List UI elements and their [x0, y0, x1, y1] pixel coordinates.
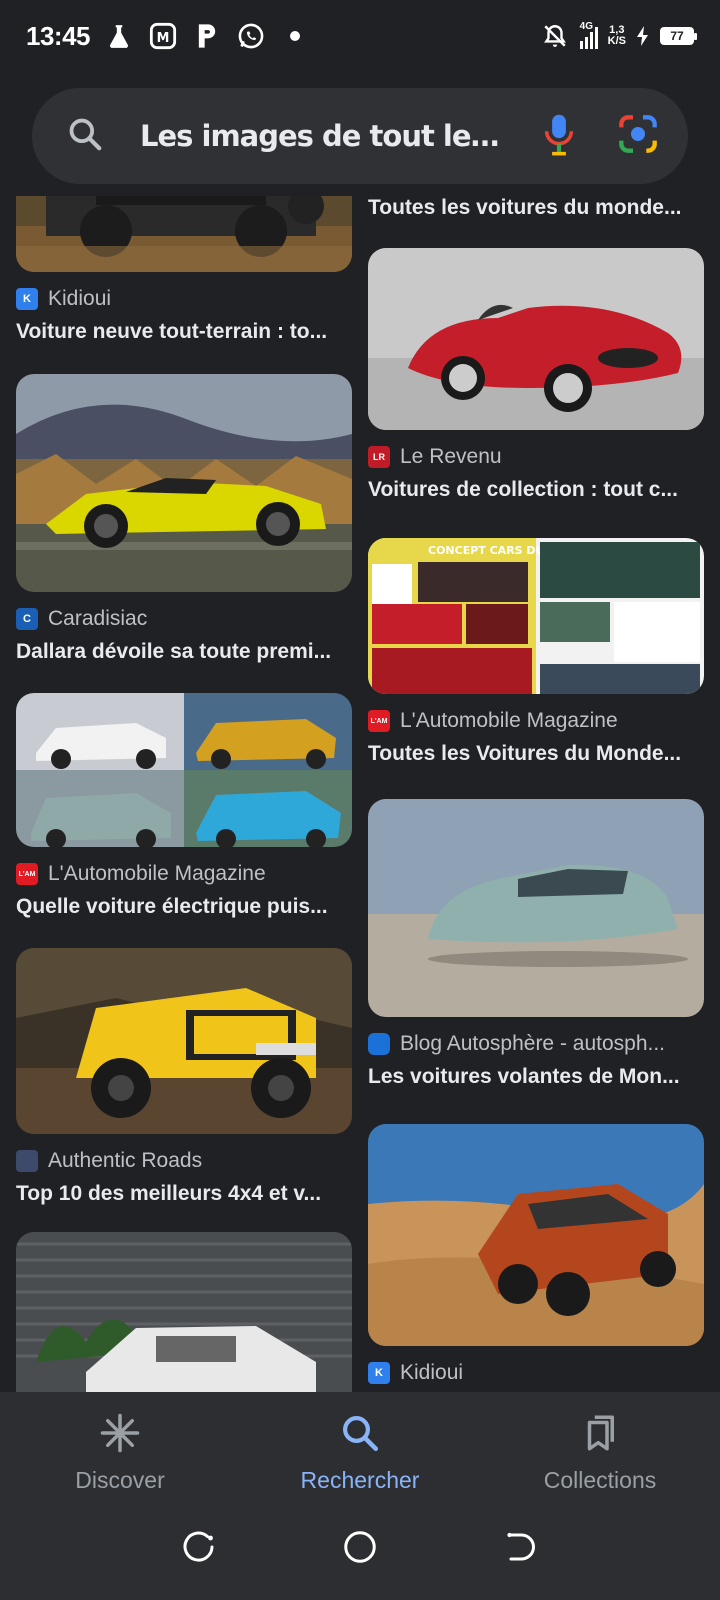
source-name: Blog Autosphère - autosph...: [400, 1032, 666, 1055]
nav-collections-label: Collections: [543, 1467, 657, 1493]
nav-search[interactable]: Rechercher: [240, 1392, 480, 1498]
source-favicon-icon: K: [368, 1362, 390, 1384]
network-speed: 1,3 K/S: [607, 24, 626, 47]
result-thumbnail[interactable]: [16, 374, 352, 592]
result-thumbnail[interactable]: [368, 248, 704, 430]
asterisk-icon: [99, 1412, 141, 1459]
source-favicon-icon: C: [16, 608, 38, 630]
search-icon[interactable]: [66, 115, 104, 158]
result-title[interactable]: Voiture neuve tout-terrain : to...: [16, 320, 352, 344]
result-card[interactable]: L'AM L'Automobile Magazine Quelle voitur…: [16, 693, 352, 919]
result-title[interactable]: Les voitures volantes de Mon...: [368, 1065, 704, 1089]
result-thumbnail[interactable]: CONCEPT CARS DU MONDE: [368, 538, 704, 694]
result-title[interactable]: Voitures de collection : tout c...: [368, 478, 704, 502]
home-button-icon[interactable]: [342, 1529, 378, 1570]
result-card[interactable]: K Kidioui Voiture neuve tout-terrain : t…: [16, 196, 352, 344]
result-thumbnail[interactable]: [16, 693, 352, 847]
source-favicon-icon: [368, 1033, 390, 1055]
result-thumbnail[interactable]: [16, 196, 352, 272]
result-title[interactable]: Toutes les voitures du monde...: [368, 196, 704, 220]
result-card[interactable]: LR Le Revenu Voitures de collection : to…: [368, 248, 704, 502]
source-name: Kidioui: [400, 1361, 464, 1384]
source-name: L'Automobile Magazine: [48, 862, 266, 885]
microphone-icon[interactable]: [542, 112, 576, 161]
result-card[interactable]: Toutes les voitures du monde...: [368, 196, 704, 220]
system-navigation-bar: [0, 1498, 720, 1600]
nav-discover[interactable]: Discover: [0, 1392, 240, 1498]
source-name: Kidioui: [48, 287, 112, 310]
battery-level: 77: [660, 27, 697, 45]
result-card[interactable]: CONCEPT CARS DU MONDE L'AM L'Automobile …: [368, 538, 704, 766]
source-favicon-icon: L'AM: [368, 710, 390, 732]
result-card[interactable]: [16, 1232, 352, 1392]
google-lens-icon[interactable]: [618, 114, 658, 159]
source-name: Le Revenu: [400, 445, 502, 468]
nav-collections[interactable]: Collections: [480, 1392, 720, 1498]
source-favicon-icon: L'AM: [16, 863, 38, 885]
result-title[interactable]: Top 10 des meilleurs 4x4 et v...: [16, 1182, 352, 1206]
result-card[interactable]: Blog Autosphère - autosph... Les voiture…: [368, 799, 704, 1089]
source-favicon-icon: [16, 1150, 38, 1172]
search-query[interactable]: Les images de tout les v...: [140, 119, 512, 153]
result-thumbnail[interactable]: [368, 799, 704, 1017]
bottom-navigation: Discover Rechercher Collections: [0, 1392, 720, 1498]
result-title[interactable]: Toutes les Voitures du Monde...: [368, 742, 704, 766]
image-results-grid[interactable]: K Kidioui Voiture neuve tout-terrain : t…: [0, 196, 720, 1392]
result-title[interactable]: Quelle voiture électrique puis...: [16, 895, 352, 919]
source-name: L'Automobile Magazine: [400, 709, 618, 732]
status-bar: 13:45 M 4G 1,3 K/S 77: [0, 0, 720, 72]
mute-bell-icon: [540, 21, 570, 51]
clock: 13:45: [26, 20, 91, 51]
result-card[interactable]: C Caradisiac Dallara dévoile sa toute pr…: [16, 374, 352, 664]
more-notifications-dot-icon: [280, 21, 310, 51]
result-card[interactable]: Authentic Roads Top 10 des meilleurs 4x4…: [16, 948, 352, 1206]
nav-search-label: Rechercher: [300, 1467, 420, 1493]
search-icon: [339, 1412, 381, 1459]
source-favicon-icon: K: [16, 288, 38, 310]
result-thumbnail[interactable]: [16, 948, 352, 1134]
whatsapp-icon: [236, 21, 266, 51]
flask-icon: [104, 21, 134, 51]
result-title[interactable]: Dallara dévoile sa toute premi...: [16, 640, 352, 664]
svg-text:M: M: [157, 31, 170, 46]
signal-strength-icon: 4G: [579, 21, 598, 49]
recent-apps-icon[interactable]: [182, 1529, 218, 1570]
nav-discover-label: Discover: [75, 1467, 165, 1493]
source-name: Authentic Roads: [48, 1149, 203, 1172]
result-card[interactable]: K Kidioui: [368, 1124, 704, 1386]
source-name: Caradisiac: [48, 607, 148, 630]
search-bar[interactable]: Les images de tout les v...: [32, 88, 688, 184]
source-favicon-icon: LR: [368, 446, 390, 468]
p-app-icon: [192, 21, 222, 51]
result-thumbnail[interactable]: [368, 1124, 704, 1346]
back-button-icon[interactable]: [502, 1529, 538, 1570]
app-notification-icon: M: [148, 21, 178, 51]
result-thumbnail[interactable]: [16, 1232, 352, 1392]
charging-bolt-icon: [636, 21, 650, 51]
bookmarks-icon: [579, 1412, 621, 1459]
